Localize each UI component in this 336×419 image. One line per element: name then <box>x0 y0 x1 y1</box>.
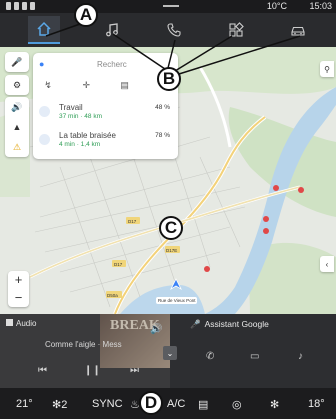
gear-icon[interactable]: ⚙ <box>5 75 29 95</box>
infotainment-screen: 10°C 15:03 D17 D17 D17E D50a 🎤 ⚙ 🔊 ▲ ⚠ ●… <box>0 0 336 419</box>
fuel-icon[interactable]: ↯ <box>39 80 57 94</box>
home-icon <box>37 21 51 36</box>
work-icon <box>39 106 50 117</box>
steering-heat-icon[interactable]: ◎ <box>232 398 242 411</box>
microphone-icon: 🎤 <box>190 319 201 329</box>
track-title: Comme l'aigle · Mess <box>45 340 122 349</box>
restaurant-icon <box>39 134 50 145</box>
assistant-widget[interactable]: 🎤 Assistant Google ✆ ▭ ♪ <box>170 314 336 388</box>
callout-a: A <box>74 3 98 27</box>
destination-name: Travail <box>59 103 83 112</box>
pause-icon[interactable]: ❙❙ <box>84 365 101 376</box>
volume-icon[interactable]: 🔊 <box>150 324 162 335</box>
music-note-icon <box>106 23 118 37</box>
traffic-marker[interactable] <box>273 185 279 191</box>
bottom-widgets: BREAK Audio Comme l'aigle · Mess ⏮ ❙❙ ⏭ … <box>0 314 336 388</box>
mic-control[interactable]: 🎤 <box>5 52 29 72</box>
status-icons <box>6 2 35 10</box>
passenger-temperature[interactable]: 18° <box>308 398 325 410</box>
destination-detail: 4 min · 1,4 km <box>59 141 101 148</box>
wifi-icon <box>30 2 35 10</box>
bluetooth-icon <box>22 2 27 10</box>
zoom-in-button[interactable]: + <box>8 271 29 289</box>
search-input[interactable]: Recherc <box>97 60 127 69</box>
person-icon <box>6 2 11 10</box>
restaurant-icon[interactable]: ✛ <box>77 80 95 94</box>
battery-charge: 48 % <box>155 104 170 111</box>
callout-c: C <box>159 216 183 240</box>
map-tools-stack: 🔊 ▲ ⚠ <box>5 97 29 157</box>
callout-b: B <box>157 67 181 91</box>
search-card: ● Recherc ↯ ✛ ▤ ⋯ Travail 37 min · 48 km… <box>33 53 178 159</box>
top-navigation <box>0 13 336 47</box>
tab-music[interactable] <box>96 16 128 44</box>
search-bar[interactable]: ● Recherc <box>39 58 172 72</box>
previous-icon[interactable]: ⏮ <box>38 365 47 376</box>
rear-defrost-icon[interactable]: ▤ <box>198 398 208 411</box>
sound-icon[interactable]: 🔊 <box>5 97 29 117</box>
current-street-label: Rue de Vieux Pont <box>156 297 198 304</box>
car-icon <box>291 26 305 36</box>
audio-title: Audio <box>6 319 36 328</box>
battery-charge: 78 % <box>155 132 170 139</box>
sync-button[interactable]: SYNC <box>92 398 123 410</box>
road-shield-label: D17 <box>128 219 137 224</box>
tab-phone[interactable] <box>158 16 190 44</box>
climate-bar: 21° ✻2 SYNC ♨ A/C ▤ ◎ ✻ 18° <box>0 388 336 419</box>
traffic-marker[interactable] <box>298 187 304 193</box>
chevron-left-icon: ‹ <box>325 259 329 269</box>
phone-icon[interactable]: ✆ <box>206 351 214 362</box>
tab-home[interactable] <box>28 16 60 44</box>
destination-item[interactable]: Travail 37 min · 48 km 48 % <box>39 101 172 127</box>
outside-temperature: 10°C <box>266 1 287 11</box>
map-search-button[interactable]: ⚲ <box>320 61 334 77</box>
destination-item[interactable]: La table braisée 4 min · 1,4 km 78 % <box>39 129 172 155</box>
chevron-down-icon[interactable]: ⌄ <box>163 346 177 360</box>
audio-widget[interactable]: BREAK Audio Comme l'aigle · Mess ⏮ ❙❙ ⏭ … <box>0 314 170 388</box>
phone-icon <box>167 23 181 37</box>
assistant-title: 🎤 Assistant Google <box>190 319 269 329</box>
road-shield-label: D17 <box>114 262 123 267</box>
tab-apps[interactable] <box>220 16 252 44</box>
traffic-marker[interactable] <box>263 216 269 222</box>
apps-grid-icon <box>229 22 244 37</box>
next-icon[interactable]: ⏭ <box>130 365 139 376</box>
map-settings-control[interactable]: ⚙ <box>5 75 29 95</box>
traffic-marker[interactable] <box>204 266 210 272</box>
microphone-icon[interactable]: 🎤 <box>5 52 29 72</box>
search-icon: ⚲ <box>324 64 330 74</box>
message-icon[interactable]: ▭ <box>250 351 259 362</box>
compass-icon[interactable]: ▲ <box>5 117 29 137</box>
ac-button[interactable]: A/C <box>167 398 185 410</box>
destination-name: La table braisée <box>59 131 116 140</box>
driver-temperature[interactable]: 21° <box>16 398 33 410</box>
road-shield-label: D17E <box>166 248 177 253</box>
traffic-marker[interactable] <box>263 228 269 234</box>
status-bar: 10°C 15:03 <box>0 0 336 13</box>
category-shortcuts: ↯ ✛ ▤ ⋯ <box>39 80 172 94</box>
tab-vehicle[interactable] <box>282 16 314 44</box>
music-source-icon <box>6 319 13 326</box>
fan-mode-icon[interactable]: ✻ <box>270 398 279 411</box>
clock: 15:03 <box>309 1 332 11</box>
road-shield-label: D50a <box>107 293 118 298</box>
signal-icon <box>14 2 19 10</box>
zoom-control: + − <box>8 271 29 307</box>
drag-handle[interactable] <box>163 5 179 7</box>
destination-detail: 37 min · 48 km <box>59 113 102 120</box>
shopping-cart-icon[interactable]: ▤ <box>116 80 134 94</box>
music-note-icon[interactable]: ♪ <box>298 351 303 362</box>
fan-icon: ✻ <box>52 399 62 411</box>
callout-d: D <box>139 391 163 415</box>
pin-icon: ● <box>39 59 45 69</box>
fan-speed[interactable]: ✻2 <box>52 398 67 411</box>
warning-icon[interactable]: ⚠ <box>5 137 29 157</box>
map-expand-button[interactable]: ‹ <box>320 256 334 272</box>
zoom-out-button[interactable]: − <box>8 289 29 307</box>
